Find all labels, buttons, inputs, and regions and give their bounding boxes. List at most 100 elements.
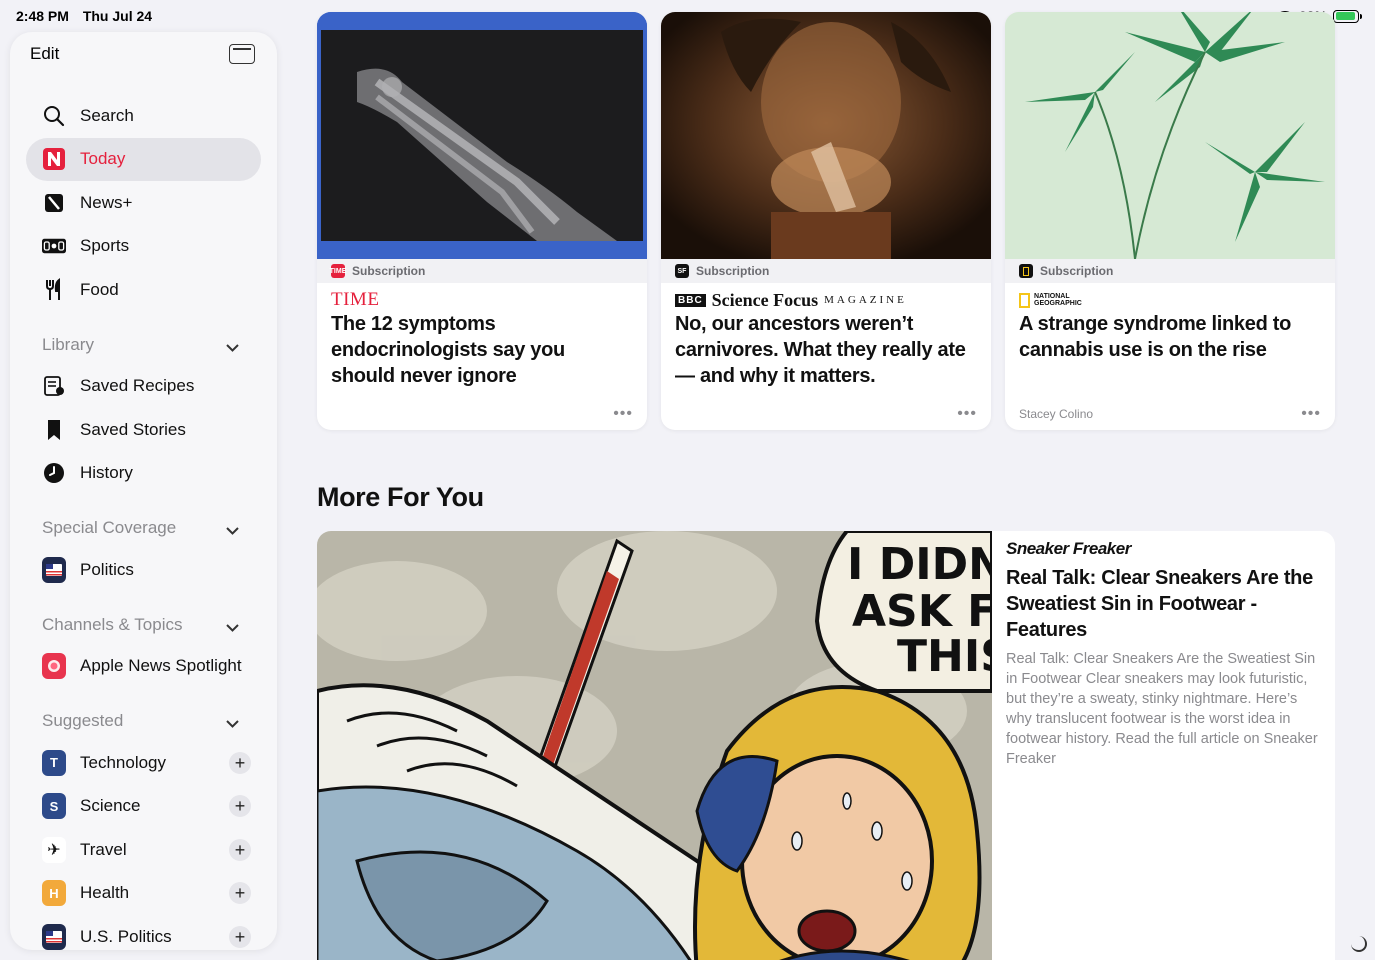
section-title: Special Coverage	[42, 518, 177, 537]
section-title: Library	[42, 334, 94, 354]
story-image-sneaker-comic[interactable]: I DIDN ASK FO THIS	[317, 531, 992, 960]
natgeo-logo-icon	[1019, 264, 1033, 278]
speech-bubble-text: ASK FO	[852, 586, 992, 637]
story-card-science-focus[interactable]: SF Subscription BBC Science Focus MAGAZI…	[661, 12, 991, 430]
battery-icon	[1333, 9, 1362, 23]
sidebar-item-label: History	[80, 463, 133, 483]
publisher-name-line1: NATIONAL	[1034, 293, 1070, 300]
chevron-down-icon[interactable]	[226, 715, 239, 731]
add-technology-button[interactable]: +	[229, 751, 251, 774]
edit-button[interactable]: Edit	[30, 44, 59, 64]
publisher-logo: NATIONAL GEOGRAPHIC	[1005, 283, 1335, 309]
status-bar-left: 2:48 PM Thu Jul 24	[16, 8, 162, 24]
story-card-sneaker-freaker[interactable]: I DIDN ASK FO THIS	[317, 531, 1335, 960]
search-icon	[42, 104, 66, 128]
story-footer: •••	[675, 405, 977, 423]
sidebar-item-label: Search	[80, 105, 134, 125]
science-focus-logo-icon: SF	[675, 264, 689, 278]
health-tile-icon: H	[42, 880, 66, 907]
sidebar-item-science[interactable]: S Science +	[26, 785, 261, 829]
bbc-logo: BBC	[675, 293, 706, 307]
sidebar-item-label: News+	[80, 192, 133, 212]
channels-topics-section-header[interactable]: Channels & Topics	[26, 592, 261, 645]
story-image-ancestor[interactable]	[661, 12, 991, 259]
sidebar-item-label: Apple News Spotlight	[80, 656, 242, 676]
story-text: Sneaker Freaker Real Talk: Clear Sneaker…	[1006, 539, 1323, 769]
spotlight-icon	[42, 653, 66, 680]
add-science-button[interactable]: +	[229, 795, 251, 818]
sidebar-item-label: Today	[80, 149, 126, 169]
sidebar-item-saved-recipes[interactable]: Saved Recipes	[26, 365, 261, 409]
story-headline[interactable]: No, our ancestors weren’t carnivores. Wh…	[661, 309, 991, 389]
sidebar-item-travel[interactable]: ✈ Travel +	[26, 828, 261, 872]
publisher-name: TIME	[331, 289, 380, 310]
section-title: Channels & Topics	[42, 614, 183, 634]
chevron-down-icon[interactable]	[226, 339, 239, 355]
special-coverage-section-header[interactable]: Special Coverage	[26, 495, 261, 548]
sidebar-item-news-plus[interactable]: News+	[26, 181, 261, 225]
story-footer: Stacey Colino •••	[1019, 405, 1321, 423]
news-logo-icon	[42, 147, 66, 171]
add-travel-button[interactable]: +	[229, 838, 251, 861]
time-logo-icon: TIME	[330, 264, 346, 278]
subscription-label: Subscription	[352, 264, 426, 278]
publisher-name: Sneaker Freaker	[1006, 539, 1131, 558]
fork-knife-icon	[42, 277, 66, 302]
technology-tile-icon: T	[42, 749, 66, 776]
sidebar-item-search[interactable]: Search	[26, 94, 261, 138]
story-image-xray[interactable]	[317, 12, 647, 259]
sidebar-item-label: Saved Stories	[80, 419, 186, 439]
publisher-logo: TIME	[317, 283, 647, 310]
add-health-button[interactable]: +	[229, 882, 251, 905]
publisher-name: Science Focus	[711, 289, 819, 310]
story-footer: •••	[331, 405, 633, 423]
chevron-down-icon[interactable]	[226, 619, 239, 635]
story-author: Stacey Colino	[1019, 407, 1094, 421]
sidebar-item-label: Science	[80, 796, 141, 816]
library-section-header[interactable]: Library	[26, 312, 261, 365]
sidebar-item-today[interactable]: Today	[26, 137, 261, 181]
more-options-icon[interactable]: •••	[1301, 405, 1321, 423]
add-us-politics-button[interactable]: +	[229, 925, 251, 948]
sidebar-item-label: Technology	[80, 752, 167, 772]
publisher-subname: MAGAZINE	[824, 294, 907, 306]
sidebar-item-saved-stories[interactable]: Saved Stories	[26, 408, 261, 452]
subscription-label: Subscription	[696, 264, 770, 278]
sidebar-item-food[interactable]: Food	[26, 268, 261, 312]
sidebar-item-label: Sports	[80, 236, 130, 256]
sidebar-item-us-politics[interactable]: U.S. Politics +	[26, 915, 261, 950]
clock-icon	[42, 461, 66, 485]
scoreboard-icon	[42, 234, 66, 258]
chevron-down-icon[interactable]	[226, 522, 239, 538]
section-title: Suggested	[42, 711, 124, 730]
story-image-cannabis[interactable]	[1005, 12, 1335, 259]
story-card-time[interactable]: TIME Subscription TIME The 12 symptoms e…	[317, 12, 647, 430]
story-headline[interactable]: The 12 symptoms endocrinologists say you…	[317, 309, 647, 389]
sidebar-item-label: Politics	[80, 559, 134, 579]
story-headline[interactable]: A strange syndrome linked to cannabis us…	[1005, 309, 1335, 363]
sidebar-item-health[interactable]: H Health +	[26, 872, 261, 916]
more-options-icon[interactable]: •••	[613, 405, 633, 423]
subscription-bar: SF Subscription	[661, 259, 991, 283]
sidebar-item-technology[interactable]: T Technology +	[26, 741, 261, 785]
subscription-bar: TIME Subscription	[317, 259, 647, 283]
sidebar: Edit Search Today News+ Sports Food Libr…	[10, 32, 277, 950]
suggested-section-header[interactable]: Suggested	[26, 688, 261, 741]
sidebar-item-label: Food	[80, 279, 119, 299]
sidebar-item-apple-news-spotlight[interactable]: Apple News Spotlight	[26, 645, 261, 689]
sidebar-item-sports[interactable]: Sports	[26, 225, 261, 269]
story-card-national-geographic[interactable]: Subscription NATIONAL GEOGRAPHIC A stran…	[1005, 12, 1335, 430]
section-title-more-for-you: More For You	[317, 482, 484, 512]
us-flag-icon	[42, 923, 66, 950]
story-headline[interactable]: Real Talk: Clear Sneakers Are the Sweati…	[1006, 565, 1323, 643]
status-date: Thu Jul 24	[82, 8, 153, 24]
publisher-name-line2: GEOGRAPHIC	[1034, 300, 1082, 307]
sidebar-item-politics[interactable]: Politics	[26, 548, 261, 592]
sidebar-item-label: Saved Recipes	[80, 376, 195, 396]
story-description: Real Talk: Clear Sneakers Are the Sweati…	[1006, 651, 1318, 767]
sidebar-item-label: U.S. Politics	[80, 926, 172, 946]
sidebar-item-history[interactable]: History	[26, 452, 261, 496]
more-options-icon[interactable]: •••	[957, 405, 977, 423]
politics-icon	[42, 556, 66, 583]
sidebar-toggle-icon[interactable]	[229, 44, 255, 64]
